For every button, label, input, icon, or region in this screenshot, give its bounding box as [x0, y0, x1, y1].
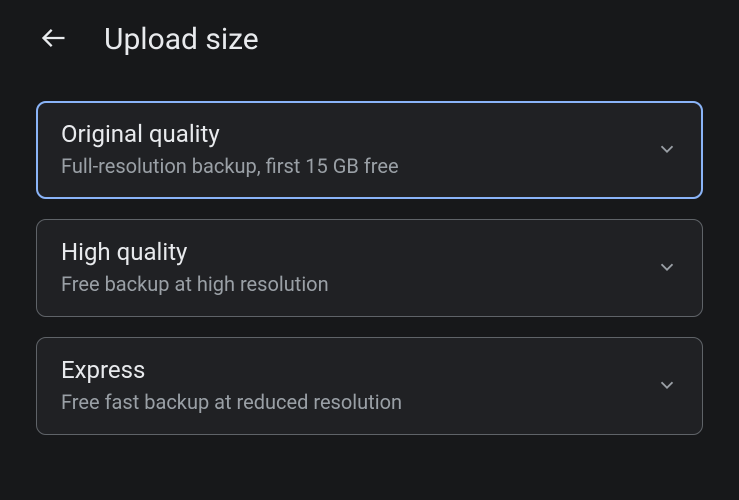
- option-express[interactable]: Express Free fast backup at reduced reso…: [36, 337, 703, 435]
- option-title: High quality: [61, 238, 329, 266]
- back-button[interactable]: [36, 20, 72, 59]
- option-title: Express: [61, 356, 402, 384]
- option-subtitle: Full-resolution backup, first 15 GB free: [61, 154, 399, 178]
- option-subtitle: Free fast backup at reduced resolution: [61, 390, 402, 414]
- chevron-down-icon: [656, 256, 678, 278]
- option-text: Original quality Full-resolution backup,…: [61, 120, 399, 178]
- page-title: Upload size: [104, 22, 259, 57]
- option-text: High quality Free backup at high resolut…: [61, 238, 329, 296]
- option-high-quality[interactable]: High quality Free backup at high resolut…: [36, 219, 703, 317]
- option-title: Original quality: [61, 120, 399, 148]
- option-text: Express Free fast backup at reduced reso…: [61, 356, 402, 414]
- header: Upload size: [0, 0, 739, 83]
- option-subtitle: Free backup at high resolution: [61, 272, 329, 296]
- chevron-down-icon: [656, 138, 678, 160]
- back-arrow-icon: [40, 24, 68, 55]
- options-list: Original quality Full-resolution backup,…: [0, 83, 739, 435]
- chevron-down-icon: [656, 374, 678, 396]
- option-original-quality[interactable]: Original quality Full-resolution backup,…: [36, 101, 703, 199]
